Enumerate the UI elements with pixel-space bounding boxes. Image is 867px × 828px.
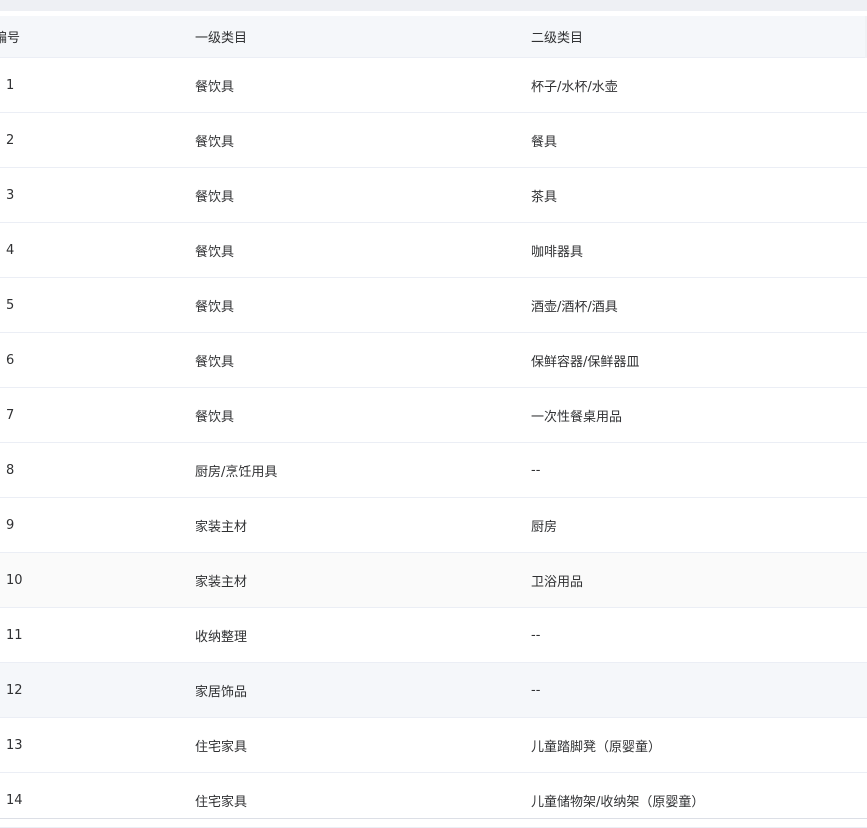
cell-id: 14 — [6, 792, 23, 808]
cell-category1: 餐饮具 — [195, 299, 235, 315]
cell-category1: 家装主材 — [195, 519, 248, 535]
header-category1[interactable]: 一级类目 — [195, 27, 531, 46]
cell-category2: 厨房 — [531, 519, 558, 535]
cell-id: 9 — [6, 517, 15, 533]
cell-category1: 家装主材 — [195, 574, 248, 590]
cell-id: 13 — [6, 737, 23, 753]
cell-id: 12 — [6, 682, 23, 698]
cell-category1: 住宅家具 — [195, 739, 248, 755]
table-row[interactable]: 9 家装主材 厨房 — [0, 498, 867, 553]
cell-category1: 餐饮具 — [195, 354, 235, 370]
cell-category1: 收纳整理 — [195, 629, 248, 645]
cell-category2: 杯子/水杯/水壶 — [531, 79, 618, 95]
header-category2[interactable]: 二级类目 — [531, 27, 867, 46]
table-row[interactable]: 12 家居饰品 -- — [0, 663, 867, 718]
cell-id: 10 — [6, 572, 23, 588]
cell-category2: -- — [531, 627, 541, 643]
cell-category1: 餐饮具 — [195, 244, 235, 260]
cell-category1: 厨房/烹饪用具 — [195, 464, 278, 480]
cell-id: 11 — [6, 627, 23, 643]
cell-id: 7 — [6, 407, 15, 423]
table-row[interactable]: 8 厨房/烹饪用具 -- — [0, 443, 867, 498]
table-row[interactable]: 1 餐饮具 杯子/水杯/水壶 — [0, 58, 867, 113]
table-row[interactable]: 6 餐饮具 保鲜容器/保鲜器皿 — [0, 333, 867, 388]
cell-category2: 酒壶/酒杯/酒具 — [531, 299, 618, 315]
table-row[interactable]: 14 住宅家具 儿童储物架/收纳架（原婴童） — [0, 773, 867, 828]
cell-id: 5 — [6, 297, 15, 313]
cell-category2: 卫浴用品 — [531, 574, 584, 590]
cell-category2: 咖啡器具 — [531, 244, 584, 260]
cell-id: 3 — [6, 187, 15, 203]
cell-category2: 保鲜容器/保鲜器皿 — [531, 354, 640, 370]
cell-category2: 一次性餐桌用品 — [531, 409, 623, 425]
top-strip — [0, 0, 867, 11]
cell-category1: 住宅家具 — [195, 794, 248, 810]
cell-category1: 家居饰品 — [195, 684, 248, 700]
cell-category2: 儿童储物架/收纳架（原婴童） — [531, 794, 705, 810]
table-row[interactable]: 10 家装主材 卫浴用品 — [0, 553, 867, 608]
table-bottom-border — [0, 818, 867, 819]
cell-category1: 餐饮具 — [195, 409, 235, 425]
cell-category2: 餐具 — [531, 134, 558, 150]
header-id[interactable]: 编号 — [0, 27, 195, 46]
table-row[interactable]: 7 餐饮具 一次性餐桌用品 — [0, 388, 867, 443]
table-row[interactable]: 13 住宅家具 儿童踏脚凳（原婴童） — [0, 718, 867, 773]
table-row[interactable]: 11 收纳整理 -- — [0, 608, 867, 663]
cell-category2: -- — [531, 682, 541, 698]
cell-category2: -- — [531, 462, 541, 478]
cell-category1: 餐饮具 — [195, 189, 235, 205]
table-row[interactable]: 4 餐饮具 咖啡器具 — [0, 223, 867, 278]
table-row[interactable]: 3 餐饮具 茶具 — [0, 168, 867, 223]
table-row[interactable]: 5 餐饮具 酒壶/酒杯/酒具 — [0, 278, 867, 333]
cell-category1: 餐饮具 — [195, 134, 235, 150]
cell-category1: 餐饮具 — [195, 79, 235, 95]
table-row[interactable]: 2 餐饮具 餐具 — [0, 113, 867, 168]
cell-category2: 儿童踏脚凳（原婴童） — [531, 739, 662, 755]
cell-id: 8 — [6, 462, 15, 478]
table-header-row: 编号 一级类目 二级类目 — [0, 16, 867, 58]
cell-id: 2 — [6, 132, 15, 148]
category-table: 编号 一级类目 二级类目 1 餐饮具 杯子/水杯/水壶 2 餐饮具 餐具 3 餐饮具 茶具 4 餐饮… — [0, 16, 867, 828]
cell-id: 6 — [6, 352, 15, 368]
cell-id: 4 — [6, 242, 15, 258]
cell-category2: 茶具 — [531, 189, 558, 205]
cell-id: 1 — [6, 77, 15, 93]
